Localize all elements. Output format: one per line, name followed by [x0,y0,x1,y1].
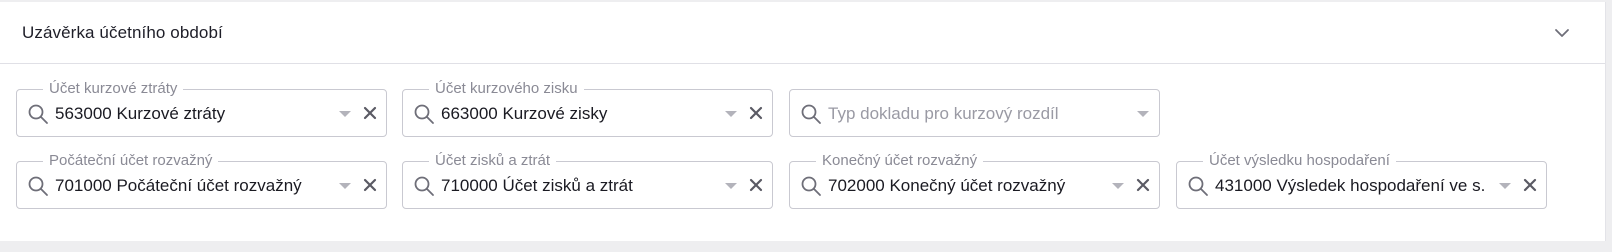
field-label: Účet kurzové ztráty [43,80,184,98]
exchange-gain-account-field[interactable]: Účet kurzového zisku 663000 Kurzové zisk… [402,80,773,137]
field-value[interactable]: 563000 Kurzové ztráty [55,104,325,124]
search-icon [28,104,48,124]
closing-period-panel: Uzávěrka účetního období Účet kurzové zt… [0,2,1606,241]
field-value[interactable]: 431000 Výsledek hospodaření ve s... [1215,176,1485,196]
closing-balance-account-field[interactable]: Konečný účet rozvažný 702000 Konečný úče… [789,152,1160,209]
search-icon [28,176,48,196]
exchange-loss-account-field[interactable]: Účet kurzové ztráty 563000 Kurzové ztrát… [16,80,387,137]
field-value[interactable]: 702000 Konečný účet rozvažný [828,176,1098,196]
search-icon [414,176,434,196]
search-icon [801,104,821,124]
close-icon[interactable] [363,178,377,192]
close-icon[interactable] [1523,178,1537,192]
close-icon[interactable] [749,178,763,192]
close-icon[interactable] [1136,178,1150,192]
chevron-down-icon[interactable] [725,111,737,118]
opening-balance-account-field[interactable]: Počáteční účet rozvažný 701000 Počáteční… [16,152,387,209]
field-label: Konečný účet rozvažný [816,152,984,170]
exchange-difference-doc-type-field[interactable]: Typ dokladu pro kurzový rozdíl [789,89,1160,137]
panel-title: Uzávěrka účetního období [22,23,223,42]
field-label: Účet výsledku hospodaření [1203,152,1396,170]
field-value[interactable]: 663000 Kurzové zisky [441,104,711,124]
field-label: Účet zisků a ztrát [429,152,557,170]
chevron-down-icon[interactable] [1112,183,1124,190]
profit-loss-account-field[interactable]: Účet zisků a ztrát 710000 Účet zisků a z… [402,152,773,209]
chevron-down-icon[interactable] [1553,24,1571,42]
close-icon[interactable] [749,106,763,120]
chevron-down-icon[interactable] [339,111,351,118]
search-icon [801,176,821,196]
chevron-down-icon[interactable] [339,183,351,190]
field-value[interactable]: 710000 Účet zisků a ztrát [441,176,711,196]
chevron-down-icon[interactable] [1499,183,1511,190]
search-icon [414,104,434,124]
panel-header[interactable]: Uzávěrka účetního období [0,2,1605,64]
field-placeholder[interactable]: Typ dokladu pro kurzový rozdíl [828,104,1098,124]
field-value[interactable]: 701000 Počáteční účet rozvažný [55,176,325,196]
chevron-down-icon[interactable] [725,183,737,190]
field-label: Účet kurzového zisku [429,80,584,98]
close-icon[interactable] [363,106,377,120]
chevron-down-icon[interactable] [1137,111,1149,118]
search-icon [1188,176,1208,196]
field-label: Počáteční účet rozvažný [43,152,219,170]
profit-result-account-field[interactable]: Účet výsledku hospodaření 431000 Výslede… [1176,152,1547,209]
